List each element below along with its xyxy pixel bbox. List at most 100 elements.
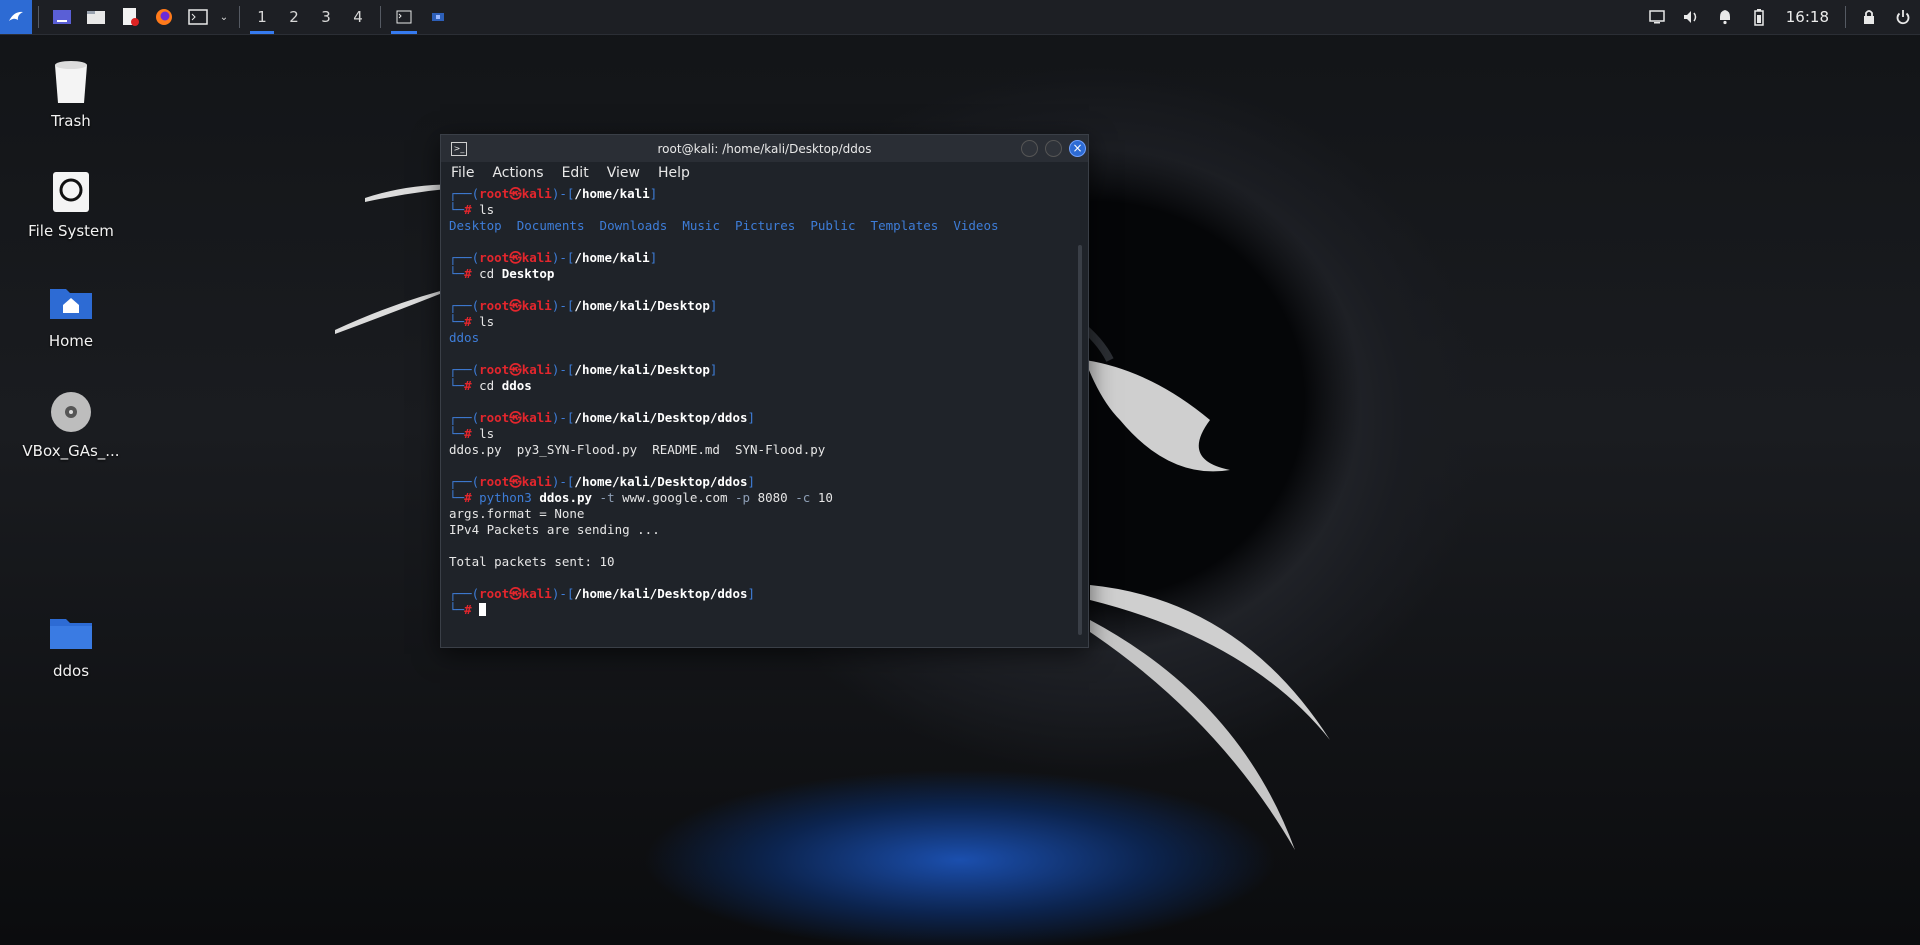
clock[interactable]: 16:18 (1776, 0, 1839, 34)
prompt-at-symbol: ㉿ (509, 586, 522, 601)
prompt-bracket: ] (747, 410, 756, 425)
prompt-user: root (479, 474, 510, 489)
prompt-bracket: )-[ (551, 362, 575, 377)
maximize-button[interactable] (1045, 140, 1062, 157)
desktop-icon-ddos[interactable]: ddos (16, 608, 126, 680)
menu-view[interactable]: View (607, 165, 640, 181)
home-folder-icon (47, 278, 95, 326)
prompt-at-symbol: ㉿ (509, 474, 522, 489)
show-desktop-button[interactable] (45, 0, 79, 34)
taskbar-terminal-window[interactable] (387, 0, 421, 34)
prompt-path: /home/kali (574, 250, 650, 265)
output-line: IPv4 Packets are sending ... (449, 522, 1080, 538)
workspace-3[interactable]: 3 (310, 0, 342, 34)
desktop-icon-vbox-gas[interactable]: VBox_GAs_... (16, 388, 126, 460)
prompt-user: root (479, 586, 510, 601)
desktop-icon (53, 10, 71, 24)
menu-edit[interactable]: Edit (562, 165, 589, 181)
command-text: ls (479, 314, 495, 329)
desktop-icon-home[interactable]: Home (16, 278, 126, 350)
file-manager-launcher[interactable] (79, 0, 113, 34)
volume-tray-button[interactable] (1674, 0, 1708, 34)
menu-actions[interactable]: Actions (492, 165, 543, 181)
terminal-menubar: File Actions Edit View Help (441, 162, 1088, 184)
panel-separator (1845, 6, 1846, 28)
close-icon: × (1072, 141, 1083, 155)
power-button[interactable] (1886, 0, 1920, 34)
output-text: ddos (449, 330, 480, 345)
terminal-window[interactable]: >_ root@kali: /home/kali/Desktop/ddos × … (440, 134, 1089, 648)
minimize-button[interactable] (1021, 140, 1038, 157)
panel-separator (38, 6, 39, 28)
terminal-titlebar[interactable]: >_ root@kali: /home/kali/Desktop/ddos × (441, 135, 1088, 162)
prompt-bracket: ┌──( (449, 298, 480, 313)
prompt-corner: └─ (449, 490, 465, 505)
prompt-corner: └─ (449, 266, 465, 281)
prompt-line: ┌──(root㉿kali)-[/home/kali/Desktop/ddos] (449, 586, 1080, 602)
prompt-hash: # (464, 314, 472, 329)
prompt-path: /home/kali/Desktop/ddos (574, 586, 748, 601)
terminal-output[interactable]: ┌──(root㉿kali)-[/home/kali] └─# ls Desktop… (441, 184, 1088, 620)
taskbar-virtualbox-window[interactable] (421, 0, 455, 34)
firefox-launcher[interactable] (147, 0, 181, 34)
prompt-line: ┌──(root㉿kali)-[/home/kali] (449, 250, 1080, 266)
terminal-icon (188, 9, 208, 25)
kali-dragon-icon (9, 11, 23, 21)
lock-screen-button[interactable] (1852, 0, 1886, 34)
output-line: ddos.py py3_SYN-Flood.py README.md SYN-F… (449, 442, 1080, 458)
desktop-icon-label: Trash (51, 112, 91, 130)
prompt-line: ┌──(root㉿kali)-[/home/kali/Desktop] (449, 298, 1080, 314)
command-line: └─# cd ddos (449, 378, 1080, 394)
workspace-1[interactable]: 1 (246, 0, 278, 34)
terminal-launcher[interactable] (181, 0, 215, 34)
text-editor-launcher[interactable] (113, 0, 147, 34)
desktop-icon-label: ddos (52, 662, 90, 680)
close-button[interactable]: × (1069, 140, 1086, 157)
files-icon (87, 11, 105, 24)
output-line: args.format = None (449, 506, 1080, 522)
prompt-bracket: ] (747, 474, 756, 489)
prompt-path: /home/kali/Desktop (574, 362, 710, 377)
output-text: args.format = None (449, 506, 585, 521)
command-line: └─# (449, 602, 1080, 618)
command-text: ddos (501, 378, 532, 393)
prompt-at-symbol: ㉿ (509, 298, 522, 313)
output-text: ddos.py py3_SYN-Flood.py README.md SYN-F… (449, 442, 826, 457)
terminal-dropdown-button[interactable]: ⌄ (215, 0, 233, 34)
desktop-icon-trash[interactable]: Trash (16, 58, 126, 130)
command-line: └─# python3 ddos.py -t www.google.com -p… (449, 490, 1080, 506)
menu-file[interactable]: File (451, 165, 474, 181)
kali-menu-button[interactable] (0, 0, 32, 34)
prompt-bracket: ] (649, 250, 658, 265)
desktop-icon-file-system[interactable]: File System (16, 168, 126, 240)
firefox-icon (156, 9, 172, 25)
prompt-bracket: ] (709, 298, 718, 313)
prompt-host: kali (521, 362, 552, 377)
notifications-tray-button[interactable] (1708, 0, 1742, 34)
terminal-scrollbar[interactable] (1078, 245, 1082, 635)
workspace-2[interactable]: 2 (278, 0, 310, 34)
display-tray-button[interactable] (1640, 0, 1674, 34)
prompt-hash: # (464, 378, 472, 393)
command-text: -c (787, 490, 818, 505)
prompt-bracket: ] (709, 362, 718, 377)
prompt-at-symbol: ㉿ (509, 362, 522, 377)
menu-help[interactable]: Help (658, 165, 690, 181)
output-line: Total packets sent: 10 (449, 554, 1080, 570)
output-text: IPv4 Packets are sending ... (449, 522, 660, 537)
command-text: -t (592, 490, 623, 505)
battery-tray-button[interactable] (1742, 0, 1776, 34)
output-line: Desktop Documents Downloads Music Pictur… (449, 218, 1080, 234)
command-text: www.google.com (622, 490, 728, 505)
workspace-4[interactable]: 4 (342, 0, 374, 34)
command-text: ls (479, 426, 495, 441)
terminal-icon (396, 10, 412, 24)
prompt-bracket: ┌──( (449, 186, 480, 201)
